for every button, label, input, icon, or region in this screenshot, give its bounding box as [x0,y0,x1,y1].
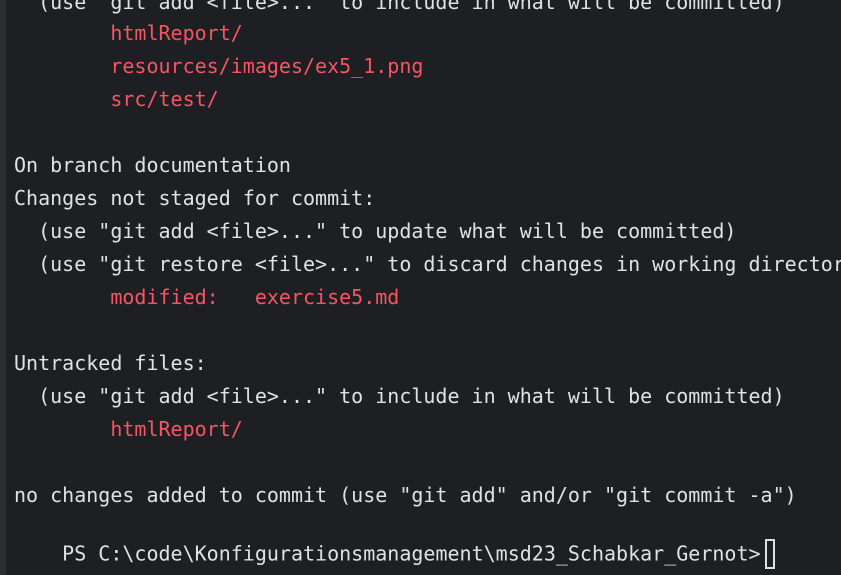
terminal-cursor[interactable] [764,539,775,569]
modified-file-entry: modified: exercise5.md [14,285,400,309]
branch-line: On branch documentation [14,153,291,177]
hint-line-include: (use "git add <file>..." to include in w… [14,0,785,14]
hint-line-update: (use "git add <file>..." to update what … [14,219,737,243]
powershell-prompt: PS C:\code\Konfigurationsmanagement\msd2… [62,541,761,566]
no-changes-summary: no changes added to commit (use "git add… [14,483,797,507]
untracked-file-htmlreport: htmlReport/ [14,21,243,45]
untracked-files-heading: Untracked files: [14,351,207,375]
changes-not-staged-heading: Changes not staged for commit: [14,186,376,210]
prompt-line[interactable]: PS C:\code\Konfigurationsmanagement\msd2… [14,516,775,569]
hint-line-restore: (use "git restore <file>..." to discard … [14,252,841,276]
untracked-file-src-test: src/test/ [14,87,219,111]
terminal-gutter [0,0,6,575]
terminal-panel[interactable]: (use "git add <file>..." to include in w… [0,0,841,575]
untracked-file-ex5-image: resources/images/ex5_1.png [14,54,424,78]
hint-line-include-2: (use "git add <file>..." to include in w… [14,384,785,408]
untracked-file-htmlreport-2: htmlReport/ [14,417,243,441]
